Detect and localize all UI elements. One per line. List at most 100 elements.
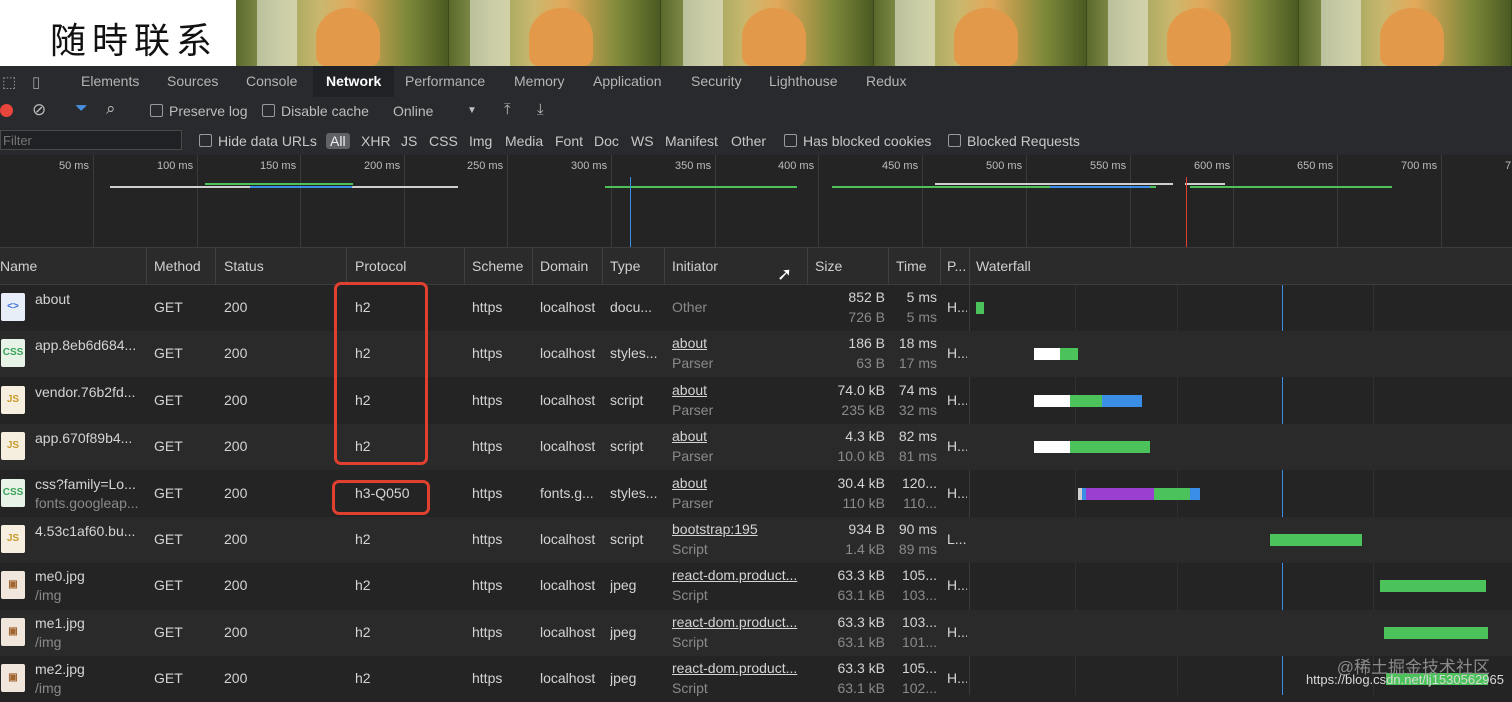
table-row[interactable]: ▣ me2.jpg/img GET 200 h2 https localhost jpeg re… — [0, 656, 1512, 702]
request-name[interactable]: me0.jpg — [35, 568, 143, 584]
type-filter-xhr[interactable]: XHR — [361, 133, 391, 149]
type-filter-all[interactable]: All — [326, 133, 350, 149]
search-icon[interactable]: ⌕ — [106, 99, 116, 119]
waterfall-bar[interactable] — [1070, 441, 1150, 454]
request-initiator-link[interactable]: about — [672, 475, 806, 491]
chevron-down-icon[interactable]: ▼ — [467, 105, 477, 116]
tab-sources[interactable]: Sources — [154, 66, 231, 97]
waterfall-bar[interactable] — [1380, 580, 1486, 593]
waterfall-bar[interactable] — [1154, 487, 1190, 500]
request-name[interactable]: css?family=Lo... — [35, 476, 143, 492]
tab-performance[interactable]: Performance — [392, 66, 498, 97]
request-initiator-link[interactable]: react-dom.product... — [672, 660, 806, 676]
request-size: 30.4 kB — [837, 474, 885, 491]
column-header-name[interactable]: Name — [0, 258, 37, 274]
waterfall-bar[interactable] — [1034, 348, 1060, 361]
request-size: 4.3 kB — [845, 428, 885, 445]
column-header-size[interactable]: Size — [815, 258, 842, 274]
table-row[interactable]: CSS css?family=Lo... fonts.googleap... GET 2… — [0, 471, 1512, 517]
filter-icon[interactable]: ⏷ — [75, 100, 88, 118]
waterfall-bar[interactable] — [976, 302, 984, 314]
preserve-log-checkbox[interactable]: Preserve log — [150, 103, 248, 119]
request-initiator-link[interactable]: about — [672, 335, 806, 351]
type-filter-manifest[interactable]: Manifest — [665, 133, 718, 149]
waterfall-bar[interactable] — [1086, 487, 1154, 500]
waterfall-bar[interactable] — [1384, 626, 1488, 639]
waterfall-bar[interactable] — [1034, 394, 1070, 407]
request-time: 90 ms — [898, 521, 937, 537]
request-initiator-link[interactable]: bootstrap:195 — [672, 521, 806, 537]
column-header-domain[interactable]: Domain — [540, 258, 588, 274]
throttle-select[interactable]: Online — [393, 103, 433, 119]
type-filter-js[interactable]: JS — [401, 133, 417, 149]
clear-icon[interactable]: ⊘ — [32, 100, 46, 120]
column-header-status[interactable]: Status — [224, 258, 264, 274]
type-filter-img[interactable]: Img — [469, 133, 492, 149]
type-filter-doc[interactable]: Doc — [594, 133, 619, 149]
table-row[interactable]: JS app.670f89b4... GET 200 h2 https localhost s… — [0, 424, 1512, 471]
request-initiator-link[interactable]: react-dom.product... — [672, 614, 806, 630]
request-domain: localhost — [540, 345, 596, 362]
column-header-priority[interactable]: P... — [947, 258, 966, 274]
filter-input[interactable] — [0, 130, 182, 150]
table-row[interactable]: ▣ me1.jpg/img GET 200 h2 https localhost jpeg re… — [0, 609, 1512, 656]
table-row[interactable]: JS 4.53c1af60.bu... GET 200 h2 https localhost… — [0, 517, 1512, 563]
request-name[interactable]: me2.jpg — [35, 661, 143, 677]
type-filter-other[interactable]: Other — [731, 133, 766, 149]
request-name[interactable]: me1.jpg — [35, 615, 143, 631]
column-header-scheme[interactable]: Scheme — [472, 258, 523, 274]
import-har-icon[interactable]: ⤒ — [504, 101, 511, 118]
request-initiator-link[interactable]: about — [672, 382, 806, 398]
network-overview-timeline[interactable]: 50 ms 100 ms 150 ms 200 ms 250 ms 300 ms… — [0, 155, 1512, 248]
tab-memory[interactable]: Memory — [501, 66, 578, 97]
type-filter-font[interactable]: Font — [555, 133, 583, 149]
request-name[interactable]: vendor.76b2fd... — [35, 384, 143, 400]
table-row[interactable]: CSS app.8eb6d684... GET 200 h2 https localhost… — [0, 331, 1512, 378]
tab-elements[interactable]: Elements — [68, 66, 152, 97]
column-header-protocol[interactable]: Protocol — [355, 258, 406, 274]
request-scheme: https — [472, 484, 503, 501]
record-icon[interactable] — [0, 104, 13, 117]
column-header-initiator[interactable]: Initiator — [672, 258, 718, 274]
type-filter-media[interactable]: Media — [505, 133, 543, 149]
table-row[interactable]: <> about GET 200 h2 https localhost docu... Othe… — [0, 285, 1512, 331]
tab-network[interactable]: Network — [313, 66, 395, 97]
table-row[interactable]: ▣ me0.jpg/img GET 200 h2 https localhost jpeg re… — [0, 563, 1512, 609]
request-name[interactable]: app.670f89b4... — [35, 430, 143, 446]
request-name[interactable]: about — [35, 291, 143, 307]
tab-console[interactable]: Console — [233, 66, 310, 97]
blocked-requests-checkbox[interactable]: Blocked Requests — [948, 133, 1080, 149]
request-initiator-link[interactable]: react-dom.product... — [672, 567, 806, 583]
type-filter-css[interactable]: CSS — [429, 133, 458, 149]
tab-lighthouse[interactable]: Lighthouse — [756, 66, 851, 97]
waterfall-bar[interactable] — [1060, 348, 1078, 361]
column-header-type[interactable]: Type — [610, 258, 640, 274]
has-blocked-cookies-checkbox[interactable]: Has blocked cookies — [784, 133, 931, 149]
waterfall-bar[interactable] — [1270, 534, 1362, 546]
tab-redux[interactable]: Redux — [853, 66, 919, 97]
inspect-element-icon[interactable]: ⬚ — [2, 73, 16, 91]
table-row[interactable]: JS vendor.76b2fd... GET 200 h2 https localhost… — [0, 378, 1512, 424]
timeline-tick: 600 ms — [1194, 160, 1231, 172]
waterfall-bar[interactable] — [1190, 487, 1200, 500]
tab-application[interactable]: Application — [580, 66, 675, 97]
type-filter-ws[interactable]: WS — [631, 133, 654, 149]
disable-cache-checkbox[interactable]: Disable cache — [262, 103, 369, 119]
column-header-time[interactable]: Time — [896, 258, 927, 274]
request-initiator-link[interactable]: about — [672, 428, 806, 444]
request-name[interactable]: app.8eb6d684... — [35, 337, 143, 353]
tab-security[interactable]: Security — [678, 66, 755, 97]
device-toolbar-icon[interactable]: ▯ — [32, 73, 40, 91]
export-har-icon[interactable]: ⤓ — [537, 101, 544, 118]
timeline-tick: 550 ms — [1090, 160, 1127, 172]
waterfall-bar[interactable] — [1102, 394, 1142, 407]
request-initiator-type: Script — [672, 541, 708, 557]
waterfall-bar[interactable] — [1070, 394, 1102, 407]
hide-data-urls-checkbox[interactable]: Hide data URLs — [199, 133, 317, 149]
request-method: GET — [154, 345, 183, 362]
column-header-method[interactable]: Method — [154, 258, 201, 274]
preserve-log-label: Preserve log — [169, 103, 248, 119]
column-header-waterfall[interactable]: Waterfall — [976, 258, 1031, 274]
request-name[interactable]: 4.53c1af60.bu... — [35, 523, 143, 539]
waterfall-bar[interactable] — [1034, 441, 1070, 454]
